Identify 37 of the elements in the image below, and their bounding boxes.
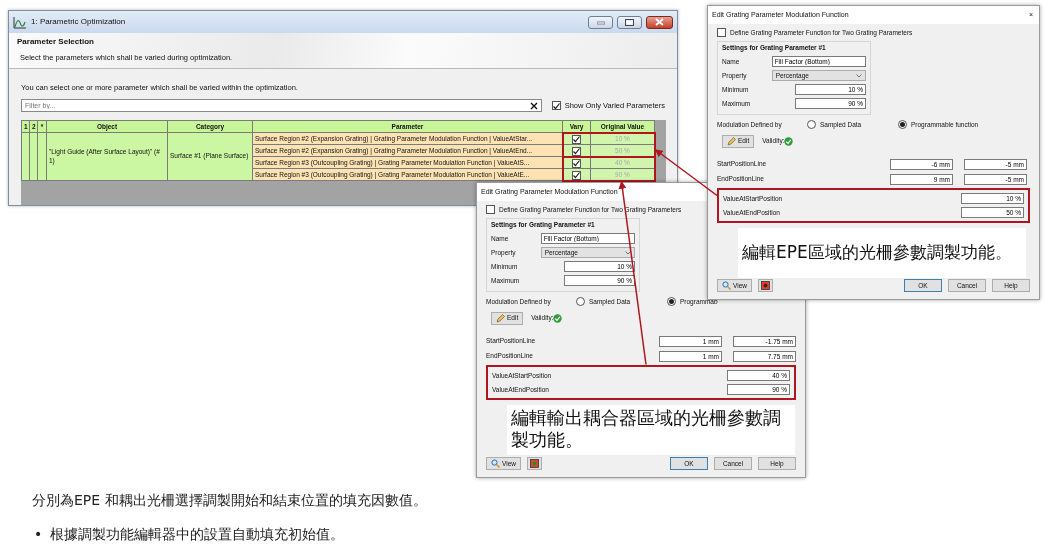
chevron-icon: [625, 250, 631, 255]
note-text: 分別為EPE 和耦出光柵選擇調製開始和結束位置的填充因數值。: [32, 491, 427, 510]
close-button[interactable]: [646, 15, 673, 29]
clear-icon[interactable]: [529, 101, 538, 110]
section-title: Parameter Selection: [17, 36, 95, 48]
checkbox[interactable]: [572, 170, 581, 180]
checkbox[interactable]: [572, 158, 581, 168]
radio-button[interactable]: [807, 120, 816, 129]
color-swatch-icon: [761, 281, 770, 290]
checkbox[interactable]: [572, 134, 581, 144]
caption-text: 編輯EPE區域的光柵參數調製功能。: [742, 241, 1012, 264]
close-icon[interactable]: [655, 18, 664, 26]
minimize-button[interactable]: [588, 15, 613, 29]
window-title: 1: Parametric Optimization: [31, 16, 127, 28]
chart-icon: [13, 15, 27, 29]
color-swatch-icon: [530, 459, 539, 468]
pencil-icon: [496, 313, 505, 323]
magnifier-icon: [491, 459, 500, 468]
color-button[interactable]: [758, 279, 773, 292]
check-icon: [553, 313, 563, 323]
radio-button[interactable]: [667, 297, 676, 306]
check-icon: [784, 136, 794, 146]
color-button[interactable]: [527, 457, 542, 470]
caption-text: 編輯輸出耦合器區域的光柵參數調製功能。: [511, 407, 782, 452]
note-text: 根據調製功能編輯器中的設置自動填充初始值。: [50, 525, 345, 544]
pencil-icon: [727, 136, 736, 146]
checkbox[interactable]: [572, 146, 581, 156]
checkbox[interactable]: [551, 101, 561, 111]
checkbox[interactable]: [486, 205, 495, 215]
magnifier-icon: [722, 281, 731, 290]
radio-button[interactable]: [576, 297, 585, 306]
radio-button[interactable]: [898, 120, 907, 129]
maximize-icon[interactable]: [625, 18, 634, 26]
maximize-button[interactable]: [617, 15, 642, 29]
bullet: •: [34, 525, 43, 544]
chevron-icon: [856, 73, 862, 78]
checkbox[interactable]: [717, 28, 726, 38]
